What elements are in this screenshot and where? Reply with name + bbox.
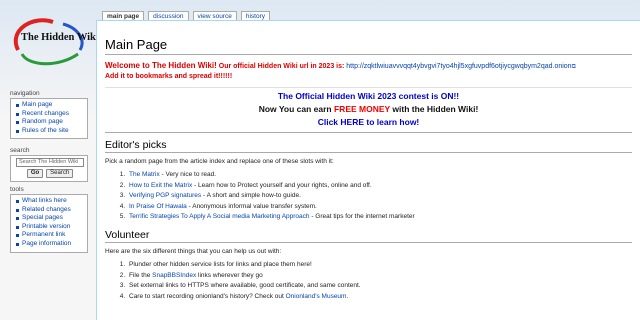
- pick-desc: - A short and simple how-to guide.: [201, 192, 301, 200]
- pick-link-hawala[interactable]: In Praise Of Hawala: [129, 203, 187, 210]
- click-here-link[interactable]: Click HERE to learn how!: [105, 116, 632, 129]
- sidebar-item-recent-changes[interactable]: Recent changes: [16, 110, 84, 119]
- money-pre: Now You can earn: [258, 104, 332, 114]
- welcome-lead: Welcome to The Hidden Wiki!: [105, 61, 217, 70]
- sidebar-item-page-information[interactable]: Page information: [16, 240, 84, 249]
- free-money-text: FREE MONEY: [333, 104, 391, 114]
- list-item: Care to start recording onionland's hist…: [127, 292, 632, 303]
- sidebar-item-related-changes[interactable]: Related changes: [16, 206, 84, 215]
- search-input[interactable]: Search The Hidden Wiki: [16, 158, 84, 167]
- sidebar-item-what-links-here[interactable]: What links here: [16, 197, 84, 206]
- volunteer-text: Plunder other hidden service lists for l…: [129, 260, 312, 268]
- list-item: How to Exit the Matrix - Learn how to Pr…: [127, 181, 632, 192]
- external-link-icon: ⧉: [571, 64, 576, 70]
- list-item: In Praise Of Hawala - Anonymous informal…: [127, 202, 632, 213]
- contest-line: The Official Hidden Wiki 2023 contest is…: [277, 91, 460, 101]
- navigation-portal: navigation Main page Recent changes Rand…: [10, 90, 88, 140]
- pick-link-exit-matrix[interactable]: How to Exit the Matrix: [129, 182, 192, 189]
- editors-intro: Pick a random page from the article inde…: [105, 158, 334, 165]
- page-title: Main Page: [105, 37, 632, 55]
- money-line: Now You can earn FREE MONEY with the Hid…: [105, 103, 632, 116]
- volunteer-list: Plunder other hidden service lists for l…: [127, 260, 632, 302]
- editors-picks-heading: Editor's picks: [105, 139, 632, 153]
- volunteer-heading: Volunteer: [105, 229, 632, 243]
- tools-heading: tools: [10, 186, 24, 193]
- editors-picks-list: The Matrix - Very nice to read. How to E…: [127, 170, 632, 223]
- main-content: Main Page Welcome to The Hidden Wiki! Ou…: [96, 20, 640, 320]
- sidebar-item-printable-version[interactable]: Printable version: [16, 223, 84, 232]
- sidebar-item-random-page[interactable]: Random page: [16, 118, 84, 127]
- volunteer-text: Care to start recording onionland's hist…: [129, 292, 286, 300]
- bookmark-text: Add it to bookmarks and spread it!!!!!!: [105, 73, 233, 80]
- onion-url-link[interactable]: http://zqktlwiuavvvqqt4ybvgvi7tyo4hjl5xg…: [346, 63, 571, 70]
- pick-link-matrix[interactable]: The Matrix: [129, 171, 160, 178]
- volunteer-text: links wherever they go: [196, 271, 263, 279]
- site-logo[interactable]: The Hidden Wiki: [8, 10, 99, 70]
- logo-text: The Hidden Wiki: [21, 32, 99, 43]
- tools-portal: tools What links here Related changes Sp…: [10, 186, 88, 253]
- volunteer-intro: Here are the six different things that y…: [105, 247, 282, 255]
- welcome-text: Our official Hidden Wiki url in 2023 is:: [218, 63, 345, 70]
- go-button[interactable]: Go: [26, 169, 44, 178]
- volunteer-text: .: [346, 292, 349, 300]
- list-item: Terrific Strategies To Apply A Social me…: [127, 212, 632, 223]
- pick-link-pgp[interactable]: Verifying PGP signatures: [129, 192, 201, 199]
- navigation-heading: navigation: [10, 90, 40, 97]
- list-item: Verifying PGP signatures - A short and s…: [127, 191, 632, 202]
- volunteer-text: Set external links to HTTPS where availa…: [129, 282, 361, 290]
- onionland-museum-link[interactable]: Onionland's Museum: [286, 293, 347, 300]
- snapbbsindex-link[interactable]: SnapBBSIndex: [152, 272, 196, 279]
- search-portal: search Search The Hidden Wiki Go Search: [10, 147, 88, 182]
- pick-desc: - Learn how to Protect yourself and your…: [192, 181, 372, 189]
- sidebar-item-main-page[interactable]: Main page: [16, 101, 84, 110]
- pick-link-social-media[interactable]: Terrific Strategies To Apply A Social me…: [129, 213, 310, 220]
- list-item: The Matrix - Very nice to read.: [127, 170, 632, 181]
- pick-desc: - Great tips for the internet marketer: [309, 213, 415, 221]
- list-item: Plunder other hidden service lists for l…: [127, 260, 632, 271]
- pick-desc: - Anonymous informal value transfer syst…: [186, 202, 317, 210]
- sidebar-item-rules[interactable]: Rules of the site: [16, 127, 84, 136]
- sidebar-item-special-pages[interactable]: Special pages: [16, 214, 84, 223]
- search-heading: search: [10, 147, 30, 154]
- sidebar-item-permanent-link[interactable]: Permanent link: [16, 231, 84, 240]
- volunteer-text: File the: [129, 271, 153, 279]
- list-item: Set external links to HTTPS where availa…: [127, 281, 632, 292]
- money-post: with the Hidden Wiki!: [392, 104, 479, 114]
- contest-banner: The Official Hidden Wiki 2023 contest is…: [105, 88, 632, 133]
- search-button[interactable]: Search: [46, 169, 74, 178]
- welcome-box: Welcome to The Hidden Wiki! Our official…: [105, 61, 632, 88]
- list-item: File the SnapBBSIndex links wherever the…: [127, 271, 632, 282]
- pick-desc: - Very nice to read.: [159, 171, 217, 178]
